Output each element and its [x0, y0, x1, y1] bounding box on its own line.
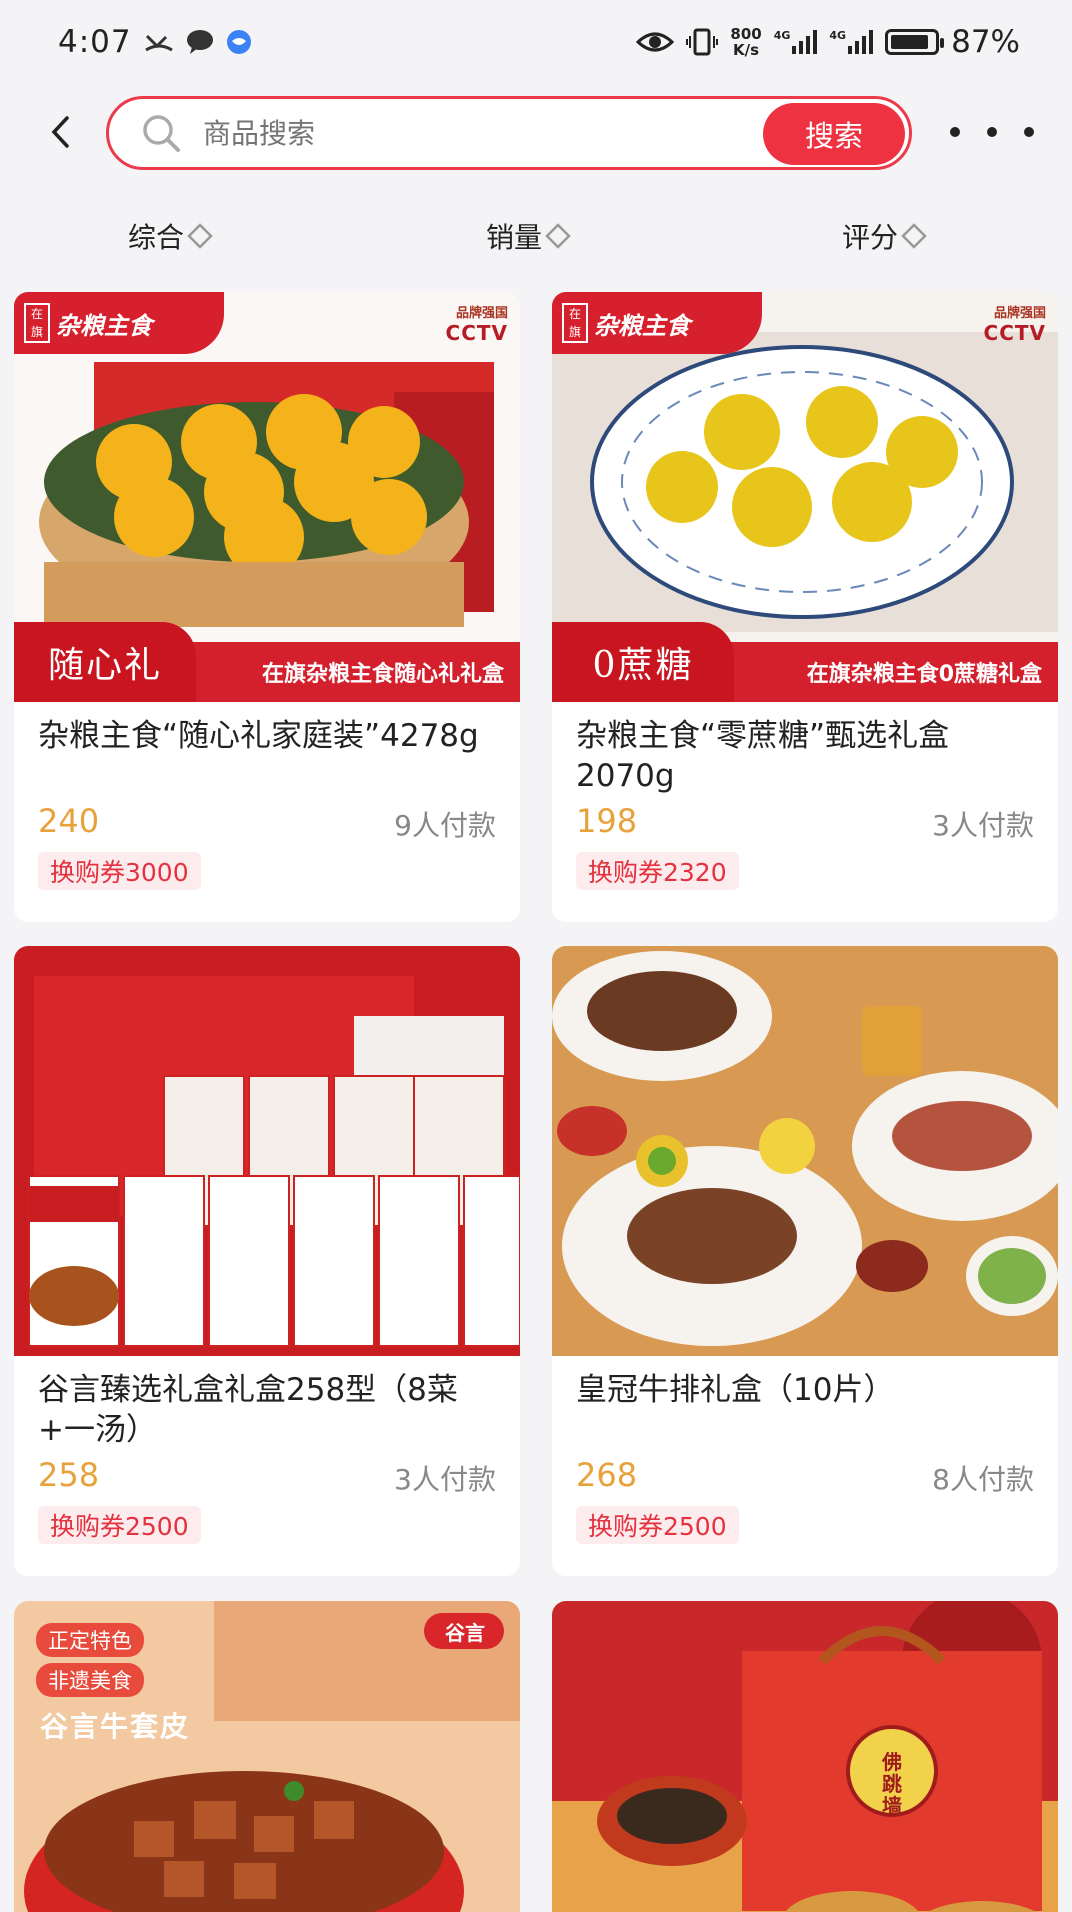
product-image — [14, 946, 520, 1356]
sort-label: 销量 — [486, 221, 543, 254]
product-price: 198 — [576, 802, 638, 840]
net-speed: 800 K/s — [730, 26, 761, 58]
dot-icon — [987, 127, 997, 137]
battery-percent: 87% — [951, 24, 1020, 60]
product-card[interactable]: 在旗 杂粮主食 品牌强国 CCTV 随心礼 在旗杂粮主食随心礼礼盒 杂粮主食“随… — [14, 292, 520, 922]
signal-bars-icon — [792, 30, 818, 54]
sort-toggle-icon — [900, 222, 928, 250]
status-left: 4:07 — [58, 24, 252, 60]
signal-bars-icon — [848, 30, 874, 54]
promo-big-text: 0蔗糖 — [552, 622, 734, 702]
dot-icon — [950, 127, 960, 137]
product-sold-count: 9人付款 — [394, 809, 496, 842]
feature-pill: 非遗美食 — [36, 1663, 144, 1697]
signal-1-label: 4G — [773, 29, 791, 42]
status-time: 4:07 — [58, 24, 132, 60]
product-title: 谷言臻选礼盒礼盒258型（8菜+一汤） — [38, 1372, 458, 1448]
product-sold-count: 3人付款 — [394, 1463, 496, 1496]
product-sold-count: 3人付款 — [932, 809, 1034, 842]
sort-label: 评分 — [842, 221, 899, 254]
feature-pill: 正定特色 — [36, 1623, 144, 1657]
missed-call-icon — [144, 30, 174, 54]
product-card[interactable]: 正定特色 非遗美食 谷言牛套皮 谷言 — [14, 1601, 520, 1912]
product-price: 268 — [576, 1456, 638, 1494]
coupon-badge: 换购券3000 — [38, 852, 201, 890]
signal-1: 4G — [774, 30, 818, 54]
battery-fill — [891, 35, 928, 49]
sort-toggle-icon — [544, 222, 572, 250]
cctv-small: 品牌强国 — [455, 306, 508, 321]
product-image: 在旗 杂粮主食 品牌强国 CCTV 0蔗糖 在旗杂粮主食0蔗糖礼盒 — [552, 292, 1058, 702]
coupon-badge: 换购券2500 — [38, 1506, 201, 1544]
cctv-big: CCTV — [445, 321, 508, 345]
signal-2-label: 4G — [829, 29, 847, 42]
back-button[interactable] — [40, 112, 80, 152]
product-image: 佛跳墙 — [552, 1601, 1058, 1912]
promo-big-text: 随心礼 — [14, 622, 196, 702]
product-image: 正定特色 非遗美食 谷言牛套皮 谷言 — [14, 1601, 520, 1912]
brand-name: 杂粮主食 — [594, 311, 690, 340]
brand-name: 杂粮主食 — [56, 311, 152, 340]
brand-logo: 谷言 — [445, 1621, 485, 1645]
net-speed-value: 800 — [730, 25, 762, 43]
chevron-left-icon — [51, 116, 69, 148]
sort-label: 综合 — [128, 221, 185, 254]
cctv-big: CCTV — [983, 321, 1046, 345]
search-bar[interactable]: 搜索 — [106, 96, 912, 170]
coupon-badge: 换购券2500 — [576, 1506, 739, 1544]
sort-sales[interactable]: 销量 — [486, 208, 572, 264]
dot-icon — [1024, 127, 1034, 137]
eye-icon — [636, 29, 675, 55]
net-speed-unit: K/s — [733, 41, 760, 59]
signal-2: 4G — [829, 29, 874, 54]
search-button[interactable]: 搜索 — [763, 103, 905, 165]
app-notification-icon — [226, 29, 252, 55]
search-icon — [139, 111, 183, 155]
product-card[interactable]: 谷言臻选礼盒礼盒258型（8菜+一汤） 258 3人付款 换购券2500 — [14, 946, 520, 1576]
product-price: 258 — [38, 1456, 100, 1494]
product-title: 皇冠牛排礼盒（10片） — [576, 1372, 895, 1408]
chat-bubble-icon — [186, 29, 214, 55]
battery-icon — [885, 29, 945, 55]
promo-headline: 谷言牛套皮 — [40, 1710, 191, 1743]
coupon-badge: 换购券2320 — [576, 852, 739, 890]
box-label: 佛跳墙 — [882, 1750, 902, 1818]
promo-band-text: 在旗杂粮主食0蔗糖礼盒 — [806, 662, 1042, 687]
product-card[interactable]: 佛跳墙 — [552, 1601, 1058, 1912]
status-right: 800 K/s 4G 4G 87% — [636, 24, 1020, 60]
vibrate-icon — [686, 28, 719, 56]
sort-rating[interactable]: 评分 — [842, 208, 928, 264]
brand-mark: 在旗 — [562, 303, 588, 343]
more-options-button[interactable] — [950, 122, 1034, 142]
product-card[interactable]: 皇冠牛排礼盒（10片） 268 8人付款 换购券2500 — [552, 946, 1058, 1576]
product-title: 杂粮主食“随心礼家庭装”4278g — [38, 718, 479, 754]
sort-toggle-icon — [186, 222, 214, 250]
cctv-badge: 品牌强国 CCTV — [916, 302, 1046, 350]
cctv-small: 品牌强国 — [993, 306, 1046, 321]
product-image — [552, 946, 1058, 1356]
product-image: 在旗 杂粮主食 品牌强国 CCTV 随心礼 在旗杂粮主食随心礼礼盒 — [14, 292, 520, 702]
brand-tag: 在旗 杂粮主食 — [552, 292, 762, 354]
promo-band-text: 在旗杂粮主食随心礼礼盒 — [261, 662, 504, 687]
search-header: 搜索 — [0, 92, 1072, 172]
product-title: 杂粮主食“零蔗糖”甄选礼盒2070g — [576, 718, 950, 794]
cctv-badge: 品牌强国 CCTV — [378, 302, 508, 350]
product-price: 240 — [38, 802, 100, 840]
product-sold-count: 8人付款 — [932, 1463, 1034, 1496]
sort-bar: 综合 销量 评分 — [0, 208, 1072, 264]
sort-comprehensive[interactable]: 综合 — [128, 208, 214, 264]
status-bar: 4:07 800 K/s 4G 4G 87% — [0, 0, 1072, 84]
product-card[interactable]: 在旗 杂粮主食 品牌强国 CCTV 0蔗糖 在旗杂粮主食0蔗糖礼盒 杂粮主食“零… — [552, 292, 1058, 922]
brand-mark: 在旗 — [24, 303, 50, 343]
brand-tag: 在旗 杂粮主食 — [14, 292, 224, 354]
